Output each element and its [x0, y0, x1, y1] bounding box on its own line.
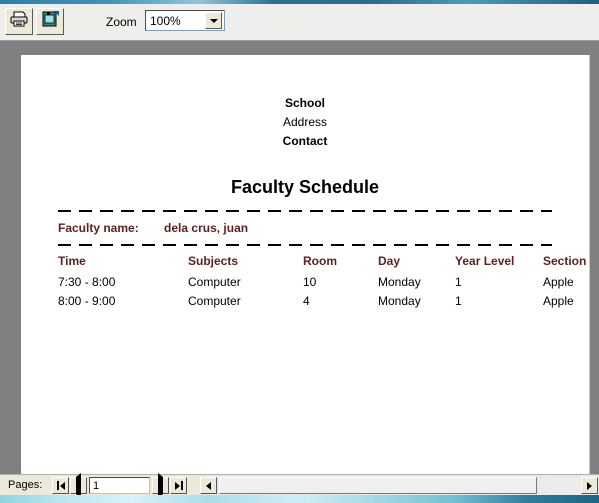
divider-bottom — [58, 244, 552, 246]
zoom-label: Zoom — [106, 15, 137, 29]
pages-label: Pages: — [8, 479, 43, 491]
cell-subject: Computer — [188, 275, 241, 289]
last-page-button[interactable] — [170, 477, 187, 494]
faculty-name-value: dela crus, juan — [164, 221, 249, 235]
column-header-room: Room — [303, 254, 337, 268]
document-title: Faculty Schedule — [230, 177, 380, 197]
document-page: School Address Contact Faculty Schedule … — [21, 55, 590, 474]
cell-room: 4 — [303, 294, 310, 308]
printer-icon — [9, 10, 29, 33]
faculty-name-label: Faculty name: — [58, 221, 139, 235]
cell-subject: Computer — [188, 294, 241, 308]
column-header-section: Section — [543, 254, 587, 268]
column-header-day: Day — [378, 254, 401, 268]
chevron-down-icon[interactable] — [205, 12, 222, 29]
print-button[interactable] — [5, 8, 33, 35]
last-page-icon — [174, 481, 183, 490]
print-preview-window: Zoom 100% School Address Contact Faculty… — [0, 0, 599, 503]
first-page-button[interactable] — [52, 477, 69, 494]
page-number-input[interactable] — [89, 477, 150, 494]
zoom-value: 100% — [150, 13, 181, 28]
cell-time: 8:00 - 9:00 — [58, 294, 116, 308]
divider-top — [58, 210, 552, 212]
cell-day: Monday — [378, 275, 421, 289]
cell-year-level: 1 — [455, 294, 462, 308]
cell-year-level: 1 — [455, 275, 462, 289]
page-setup-button[interactable] — [36, 8, 64, 35]
column-header-time: Time — [58, 254, 86, 268]
scroll-right-button[interactable] — [581, 477, 598, 494]
previous-page-button[interactable] — [70, 472, 87, 498]
page-navigation-bar: Pages: — [0, 472, 599, 498]
table-row: 8:00 - 9:00 Computer 4 Monday 1 Apple — [58, 294, 589, 313]
header-address: Address — [282, 115, 328, 129]
cell-day: Monday — [378, 294, 421, 308]
toolbar: Zoom 100% — [0, 4, 599, 41]
table-header-row: Time Subjects Room Day Year Level Sectio… — [58, 254, 589, 275]
first-page-icon — [56, 481, 65, 490]
scrollbar-thumb[interactable] — [219, 477, 537, 494]
scrollbar-track[interactable] — [539, 477, 580, 494]
desktop-bottom-strip — [0, 495, 599, 503]
header-contact: Contact — [282, 134, 328, 148]
cell-section: Apple — [543, 275, 574, 289]
schedule-table: Time Subjects Room Day Year Level Sectio… — [58, 254, 589, 313]
page-setup-icon — [40, 10, 60, 33]
preview-canvas: School Address Contact Faculty Schedule … — [0, 42, 599, 474]
next-page-button[interactable] — [152, 472, 169, 498]
cell-section: Apple — [543, 294, 574, 308]
header-school: School — [284, 96, 325, 110]
column-header-year-level: Year Level — [455, 254, 515, 268]
cell-time: 7:30 - 8:00 — [58, 275, 116, 289]
cell-room: 10 — [303, 275, 317, 289]
scroll-left-icon — [206, 481, 211, 490]
scroll-left-button[interactable] — [200, 477, 217, 494]
next-page-icon — [158, 472, 163, 498]
table-row: 7:30 - 8:00 Computer 10 Monday 1 Apple — [58, 275, 589, 294]
scroll-right-icon — [587, 481, 592, 490]
document-header: School Address Contact — [21, 55, 589, 151]
faculty-name-row: Faculty name: dela crus, juan — [58, 221, 589, 235]
column-header-subjects: Subjects — [188, 254, 239, 268]
zoom-combobox[interactable]: 100% — [145, 10, 225, 31]
previous-page-icon — [76, 472, 81, 498]
horizontal-scrollbar[interactable] — [200, 476, 599, 495]
